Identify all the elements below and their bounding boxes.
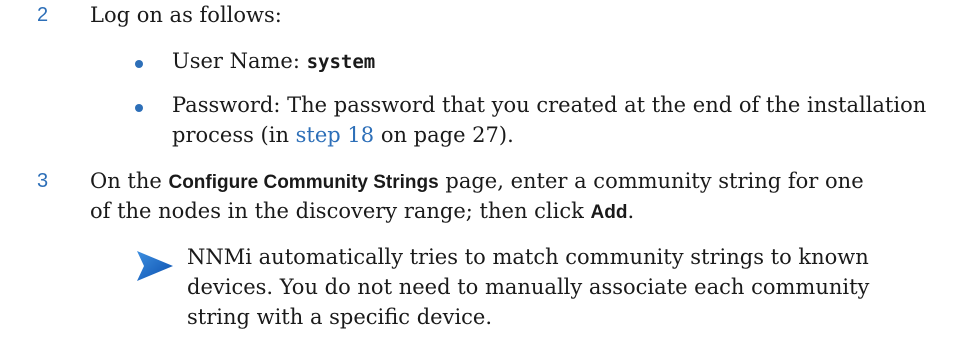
step-3-line-2: of the nodes in the discovery range; the…	[90, 199, 634, 224]
arrow-note-icon	[137, 251, 173, 281]
username-item: User Name: system	[172, 49, 375, 73]
step-3-line-2-prefix: of the nodes in the discovery range; the…	[90, 199, 591, 223]
username-value: system	[306, 51, 376, 73]
note-line-2: devices. You do not need to manually ass…	[187, 275, 870, 299]
configure-community-strings-label: Configure Community Strings	[168, 172, 439, 193]
bullet-icon	[135, 104, 143, 112]
step-2-text: Log on as follows:	[90, 3, 282, 27]
note-line-3: string with a specific device.	[187, 305, 493, 329]
password-line-2-suffix: on page 27).	[374, 123, 514, 147]
note-line-1: NNMi automatically tries to match commun…	[187, 245, 869, 269]
step-3-line-2-suffix: .	[627, 199, 635, 223]
username-label: User Name:	[172, 49, 307, 73]
password-line-1: Password: The password that you created …	[172, 93, 927, 117]
step-3-suffix: page, enter a community string for one	[438, 169, 864, 193]
add-button-label: Add	[590, 202, 628, 223]
bullet-icon	[135, 60, 143, 68]
step-number-2: 2	[37, 4, 49, 26]
step-18-link[interactable]: step 18	[296, 123, 374, 147]
password-line-2: process (in step 18 on page 27).	[172, 123, 514, 147]
step-3-prefix: On the	[90, 169, 169, 193]
step-3-line-1: On the Configure Community Strings page,…	[90, 169, 864, 194]
password-line-2-prefix: process (in	[172, 123, 296, 147]
step-number-3: 3	[37, 170, 49, 192]
